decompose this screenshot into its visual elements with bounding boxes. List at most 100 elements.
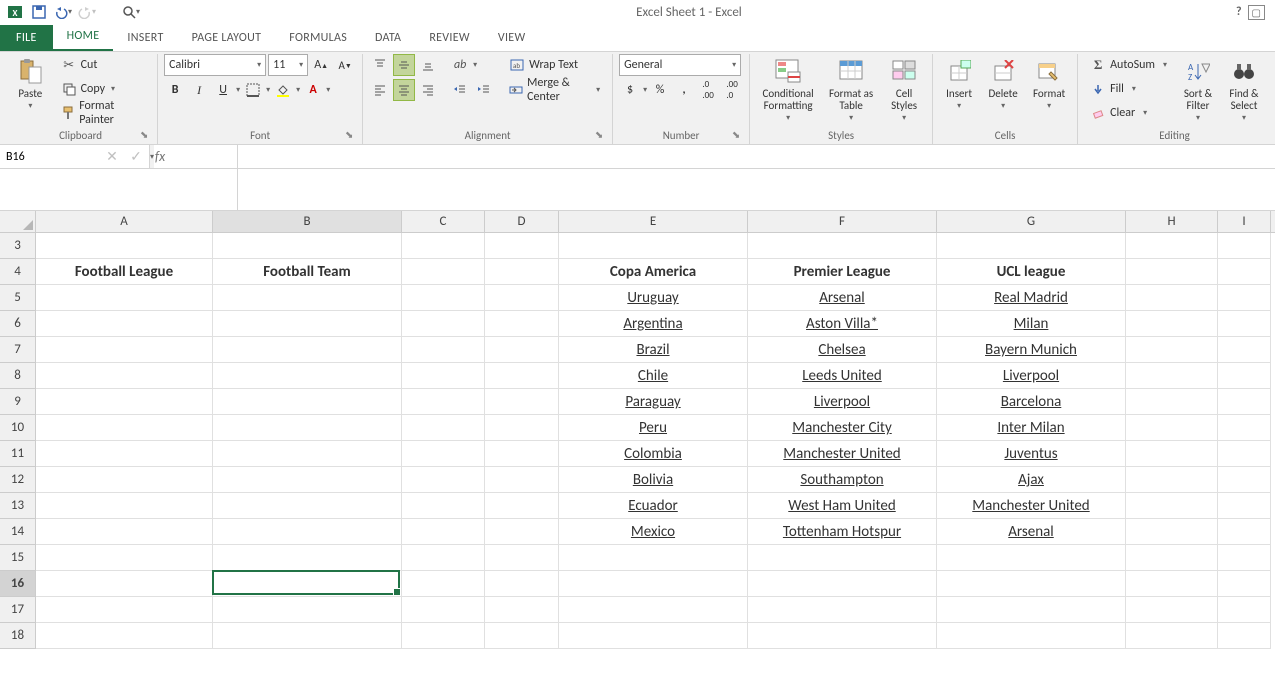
cell-I3[interactable] (1218, 233, 1271, 259)
format-cells-button[interactable]: Format▾ (1027, 54, 1071, 111)
cell-I6[interactable] (1218, 311, 1271, 337)
cell-H7[interactable] (1126, 337, 1218, 363)
row-header-12[interactable]: 12 (0, 467, 35, 493)
cell-C14[interactable] (402, 519, 485, 545)
save-icon[interactable] (28, 1, 50, 23)
cell-A16[interactable] (36, 571, 213, 597)
paste-button[interactable]: Paste▾ (10, 54, 51, 111)
align-top-icon[interactable] (369, 54, 391, 76)
cell-H5[interactable] (1126, 285, 1218, 311)
bold-button[interactable]: B (164, 79, 186, 101)
fill-color-button[interactable] (272, 79, 294, 101)
cell-G3[interactable] (937, 233, 1126, 259)
cell-F12[interactable]: Southampton (748, 467, 937, 493)
cell-C6[interactable] (402, 311, 485, 337)
comma-icon[interactable]: , (673, 79, 695, 101)
align-middle-icon[interactable] (393, 54, 415, 76)
cell-F15[interactable] (748, 545, 937, 571)
cell-H16[interactable] (1126, 571, 1218, 597)
cell-D13[interactable] (485, 493, 559, 519)
cell-C17[interactable] (402, 597, 485, 623)
decrease-indent-icon[interactable] (449, 79, 471, 101)
cell-C15[interactable] (402, 545, 485, 571)
align-bottom-icon[interactable] (417, 54, 439, 76)
cell-D16[interactable] (485, 571, 559, 597)
align-right-icon[interactable] (417, 79, 439, 101)
cell-D5[interactable] (485, 285, 559, 311)
accept-formula-icon[interactable]: ✓ (128, 148, 144, 165)
cell-B18[interactable] (213, 623, 402, 649)
cell-I14[interactable] (1218, 519, 1271, 545)
cell-G17[interactable] (937, 597, 1126, 623)
wrap-text-button[interactable]: abWrap Text (503, 54, 606, 76)
row-header-9[interactable]: 9 (0, 389, 35, 415)
cell-D6[interactable] (485, 311, 559, 337)
clear-button[interactable]: Clear▾ (1084, 102, 1173, 124)
cell-E5[interactable]: Uruguay (559, 285, 748, 311)
row-header-7[interactable]: 7 (0, 337, 35, 363)
col-header-A[interactable]: A (36, 211, 213, 232)
cell-I12[interactable] (1218, 467, 1271, 493)
font-family-combo[interactable]: Calibri▾ (164, 54, 266, 76)
align-left-icon[interactable] (369, 79, 391, 101)
redo-icon[interactable]: ▾ (76, 1, 98, 23)
cell-F9[interactable]: Liverpool (748, 389, 937, 415)
font-launcher-icon[interactable]: ⬊ (342, 128, 356, 142)
cell-H15[interactable] (1126, 545, 1218, 571)
row-header-14[interactable]: 14 (0, 519, 35, 545)
cell-C12[interactable] (402, 467, 485, 493)
cell-F3[interactable] (748, 233, 937, 259)
cell-H8[interactable] (1126, 363, 1218, 389)
cell-G8[interactable]: Liverpool (937, 363, 1126, 389)
tab-insert[interactable]: INSERT (113, 25, 177, 51)
cell-C4[interactable] (402, 259, 485, 285)
cell-G5[interactable]: Real Madrid (937, 285, 1126, 311)
cell-B3[interactable] (213, 233, 402, 259)
cell-B5[interactable] (213, 285, 402, 311)
cell-E4[interactable]: Copa America (559, 259, 748, 285)
increase-decimal-icon[interactable]: .0.00 (697, 79, 719, 101)
cell-E15[interactable] (559, 545, 748, 571)
cell-E9[interactable]: Paraguay (559, 389, 748, 415)
cell-F6[interactable]: Aston Villa* (748, 311, 937, 337)
cell-D15[interactable] (485, 545, 559, 571)
cell-D11[interactable] (485, 441, 559, 467)
cell-A6[interactable] (36, 311, 213, 337)
decrease-decimal-icon[interactable]: .00.0 (721, 79, 743, 101)
spreadsheet-grid[interactable]: A B C D E F G H I 3456789101112131415161… (0, 211, 1275, 649)
cell-F8[interactable]: Leeds United (748, 363, 937, 389)
cell-A7[interactable] (36, 337, 213, 363)
tab-file[interactable]: FILE (0, 25, 53, 51)
row-header-15[interactable]: 15 (0, 545, 35, 571)
cell-E13[interactable]: Ecuador (559, 493, 748, 519)
name-box[interactable]: ▾ (0, 145, 98, 168)
cell-D7[interactable] (485, 337, 559, 363)
align-center-icon[interactable] (393, 79, 415, 101)
cell-D8[interactable] (485, 363, 559, 389)
undo-icon[interactable]: ▾ (52, 1, 74, 23)
cell-I18[interactable] (1218, 623, 1271, 649)
cell-C16[interactable] (402, 571, 485, 597)
cell-A17[interactable] (36, 597, 213, 623)
cell-H6[interactable] (1126, 311, 1218, 337)
cell-E14[interactable]: Mexico (559, 519, 748, 545)
cell-D14[interactable] (485, 519, 559, 545)
merge-center-button[interactable]: Merge & Center▾ (503, 79, 606, 101)
increase-font-icon[interactable]: A▲ (310, 54, 332, 76)
row-header-17[interactable]: 17 (0, 597, 35, 623)
cell-G4[interactable]: UCL league (937, 259, 1126, 285)
find-select-button[interactable]: Find & Select▾ (1223, 54, 1265, 123)
col-header-E[interactable]: E (559, 211, 748, 232)
row-header-3[interactable]: 3 (0, 233, 35, 259)
cell-G18[interactable] (937, 623, 1126, 649)
select-all-corner[interactable] (0, 211, 36, 233)
cell-E18[interactable] (559, 623, 748, 649)
cell-I9[interactable] (1218, 389, 1271, 415)
cell-H9[interactable] (1126, 389, 1218, 415)
col-header-C[interactable]: C (402, 211, 485, 232)
cell-A11[interactable] (36, 441, 213, 467)
cell-B8[interactable] (213, 363, 402, 389)
cell-A18[interactable] (36, 623, 213, 649)
excel-icon[interactable]: X (4, 1, 26, 23)
font-color-button[interactable]: A (302, 79, 324, 101)
